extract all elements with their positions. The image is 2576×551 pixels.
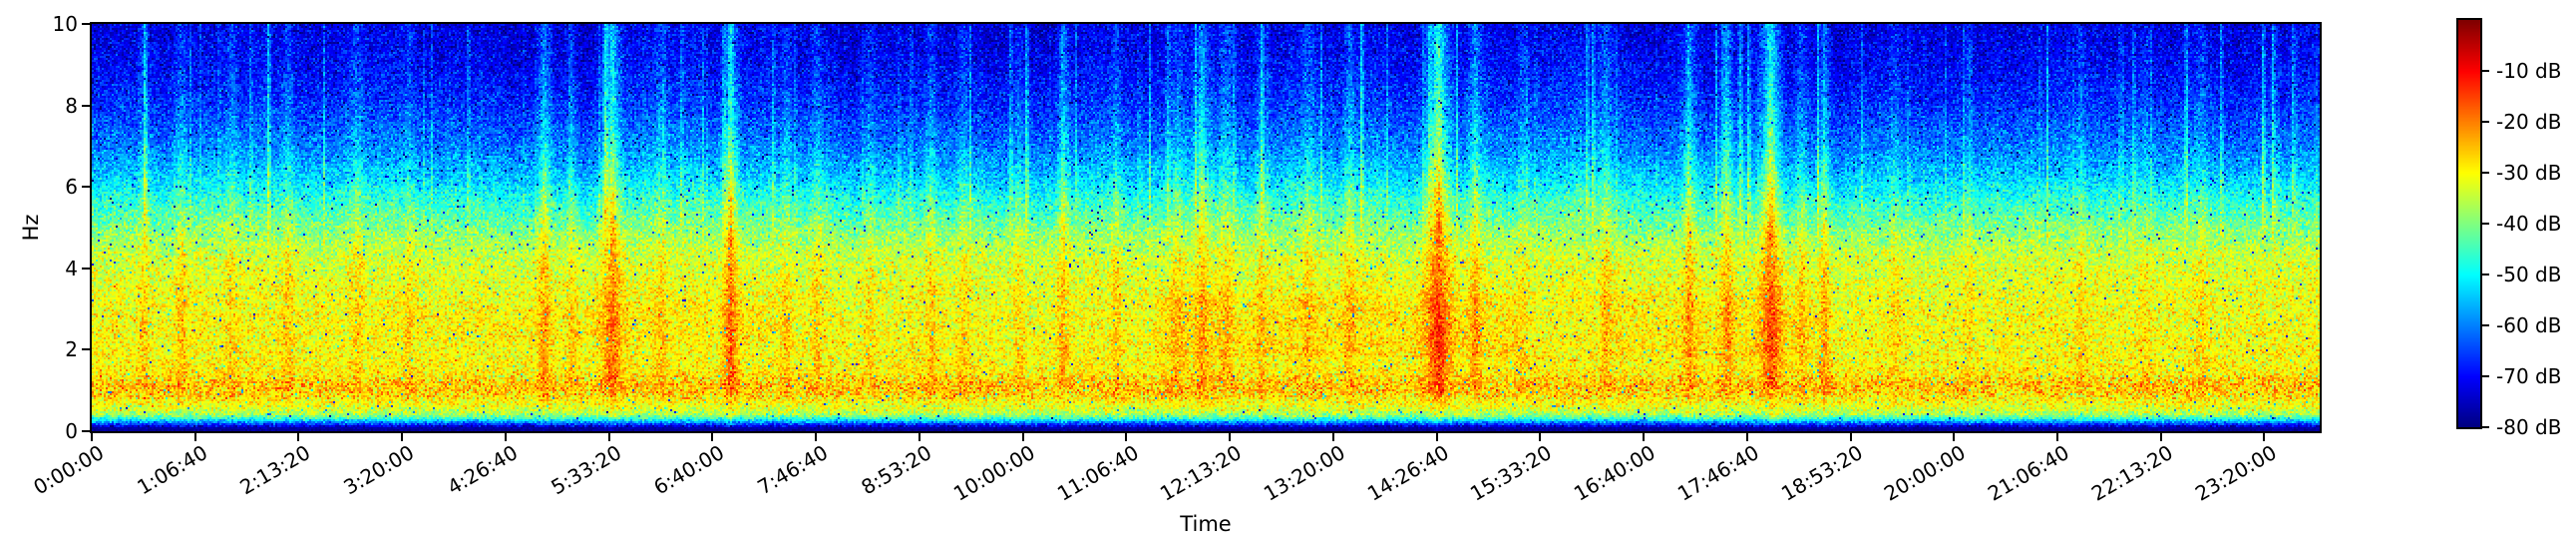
colorbar-canvas xyxy=(2458,20,2480,427)
y-tick-label: 8 xyxy=(65,93,78,118)
x-tick-label: 10:00:00 xyxy=(948,440,1039,506)
y-tick-mark xyxy=(82,267,92,270)
x-tick-mark xyxy=(1331,431,1334,441)
x-tick-mark xyxy=(2055,431,2058,441)
x-tick-label: 22:13:20 xyxy=(2086,440,2177,506)
y-tick-mark xyxy=(82,186,92,189)
x-tick-mark xyxy=(1643,431,1646,441)
x-tick-mark xyxy=(1849,431,1852,441)
x-tick-mark xyxy=(711,431,714,441)
x-tick-label: 6:40:00 xyxy=(649,440,729,500)
colorbar-tick-mark xyxy=(2480,426,2489,428)
y-axis-label: Hz xyxy=(19,214,43,242)
x-tick-label: 15:33:20 xyxy=(1466,440,1557,506)
x-tick-mark xyxy=(1021,431,1024,441)
x-tick-label: 18:53:20 xyxy=(1776,440,1867,506)
x-tick-label: 13:20:00 xyxy=(1260,440,1349,506)
spectrogram-figure: 0:00:00 1:06:40 2:13:20 3:20:00 4:26:40 5:33:… xyxy=(0,0,2576,551)
plot-area xyxy=(90,22,2322,433)
x-tick-mark xyxy=(91,431,93,441)
colorbar xyxy=(2456,18,2482,429)
x-tick-label: 20:00:00 xyxy=(1880,440,1971,506)
x-tick-mark xyxy=(1953,431,1956,441)
y-tick-mark xyxy=(82,430,92,432)
colorbar-tick-label: -10 dB xyxy=(2496,59,2562,83)
x-tick-mark xyxy=(1229,431,1232,441)
x-tick-label: 1:06:40 xyxy=(132,440,211,500)
x-tick-label: 12:13:20 xyxy=(1156,440,1247,506)
colorbar-tick-label: -40 dB xyxy=(2496,212,2562,236)
x-tick-label: 4:26:40 xyxy=(443,440,522,500)
x-tick-label: 2:13:20 xyxy=(235,440,315,500)
x-tick-label: 14:26:40 xyxy=(1362,440,1453,506)
colorbar-tick-mark xyxy=(2480,375,2489,377)
x-tick-label: 7:46:40 xyxy=(753,440,833,500)
y-tick-mark xyxy=(82,23,92,25)
colorbar-tick-label: -60 dB xyxy=(2496,313,2562,337)
colorbar-tick-label: -30 dB xyxy=(2496,161,2562,185)
colorbar-tick-mark xyxy=(2480,172,2489,174)
y-tick-mark xyxy=(82,104,92,107)
y-tick-label: 0 xyxy=(65,419,78,443)
x-tick-label: 11:06:40 xyxy=(1052,440,1143,506)
x-tick-label: 0:00:00 xyxy=(29,440,109,500)
x-tick-label: 21:06:40 xyxy=(1984,440,2073,506)
x-tick-mark xyxy=(401,431,404,441)
x-tick-label: 3:20:00 xyxy=(339,440,419,500)
x-tick-label: 23:20:00 xyxy=(2190,440,2281,506)
colorbar-tick-mark xyxy=(2480,223,2489,225)
x-tick-label: 5:33:20 xyxy=(546,440,625,500)
x-tick-mark xyxy=(1539,431,1542,441)
x-tick-label: 17:46:40 xyxy=(1672,440,1763,506)
y-tick-mark xyxy=(82,348,92,351)
colorbar-tick-label: -80 dB xyxy=(2496,415,2562,439)
colorbar-tick-mark xyxy=(2480,121,2489,123)
x-tick-mark xyxy=(2263,431,2266,441)
x-tick-mark xyxy=(607,431,610,441)
x-axis-label: Time xyxy=(1180,512,1232,536)
y-tick-label: 4 xyxy=(65,256,78,280)
y-tick-label: 2 xyxy=(65,337,78,362)
y-tick-label: 6 xyxy=(65,175,78,200)
x-tick-mark xyxy=(504,431,507,441)
x-tick-mark xyxy=(1125,431,1128,441)
x-tick-mark xyxy=(1435,431,1438,441)
colorbar-tick-mark xyxy=(2480,324,2489,326)
colorbar-tick-mark xyxy=(2480,70,2489,72)
y-tick-label: 10 xyxy=(52,12,78,36)
x-tick-label: 16:40:00 xyxy=(1570,440,1660,506)
x-tick-mark xyxy=(297,431,300,441)
colorbar-tick-label: -20 dB xyxy=(2496,110,2562,134)
colorbar-tick-label: -50 dB xyxy=(2496,263,2562,286)
x-tick-mark xyxy=(815,431,818,441)
colorbar-tick-label: -70 dB xyxy=(2496,364,2562,388)
x-tick-mark xyxy=(193,431,196,441)
x-tick-mark xyxy=(918,431,920,441)
x-tick-label: 8:53:20 xyxy=(857,440,935,500)
x-tick-mark xyxy=(1745,431,1748,441)
x-tick-mark xyxy=(2159,431,2162,441)
spectrogram-canvas xyxy=(92,24,2320,431)
colorbar-tick-mark xyxy=(2480,274,2489,276)
